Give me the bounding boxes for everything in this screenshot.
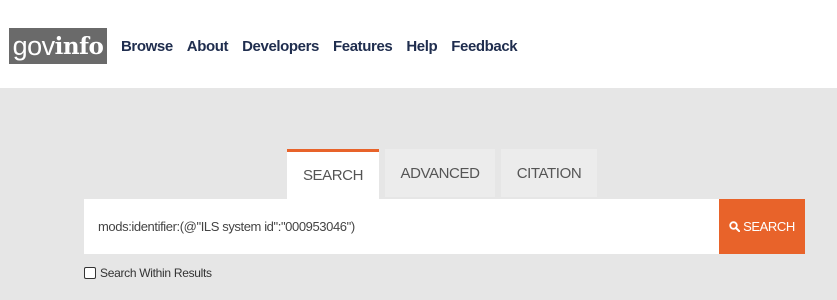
tab-advanced[interactable]: ADVANCED <box>385 149 495 197</box>
search-button-label: SEARCH <box>743 219 795 234</box>
nav-help[interactable]: Help <box>406 38 437 55</box>
site-header: gov info Browse About Developers Features… <box>0 0 837 88</box>
nav-browse[interactable]: Browse <box>121 38 173 55</box>
govinfo-logo[interactable]: gov info <box>9 28 107 64</box>
search-button[interactable]: SEARCH <box>719 199 805 254</box>
search-tabs: SEARCH ADVANCED CITATION <box>287 149 603 199</box>
nav-developers[interactable]: Developers <box>242 38 319 55</box>
search-input[interactable] <box>84 199 719 254</box>
logo-text-light: gov <box>12 30 56 61</box>
tab-citation[interactable]: CITATION <box>501 149 597 197</box>
search-within-results: Search Within Results <box>84 266 212 280</box>
logo-text-bold: info <box>54 32 104 60</box>
search-icon <box>729 221 741 232</box>
search-within-label: Search Within Results <box>100 266 212 280</box>
nav-features[interactable]: Features <box>333 38 393 55</box>
nav-feedback[interactable]: Feedback <box>451 38 517 55</box>
search-within-checkbox[interactable] <box>84 267 96 279</box>
tab-search[interactable]: SEARCH <box>287 149 379 199</box>
nav-about[interactable]: About <box>187 38 229 55</box>
search-bar: SEARCH <box>84 199 805 254</box>
main-nav: Browse About Developers Features Help Fe… <box>121 38 531 55</box>
